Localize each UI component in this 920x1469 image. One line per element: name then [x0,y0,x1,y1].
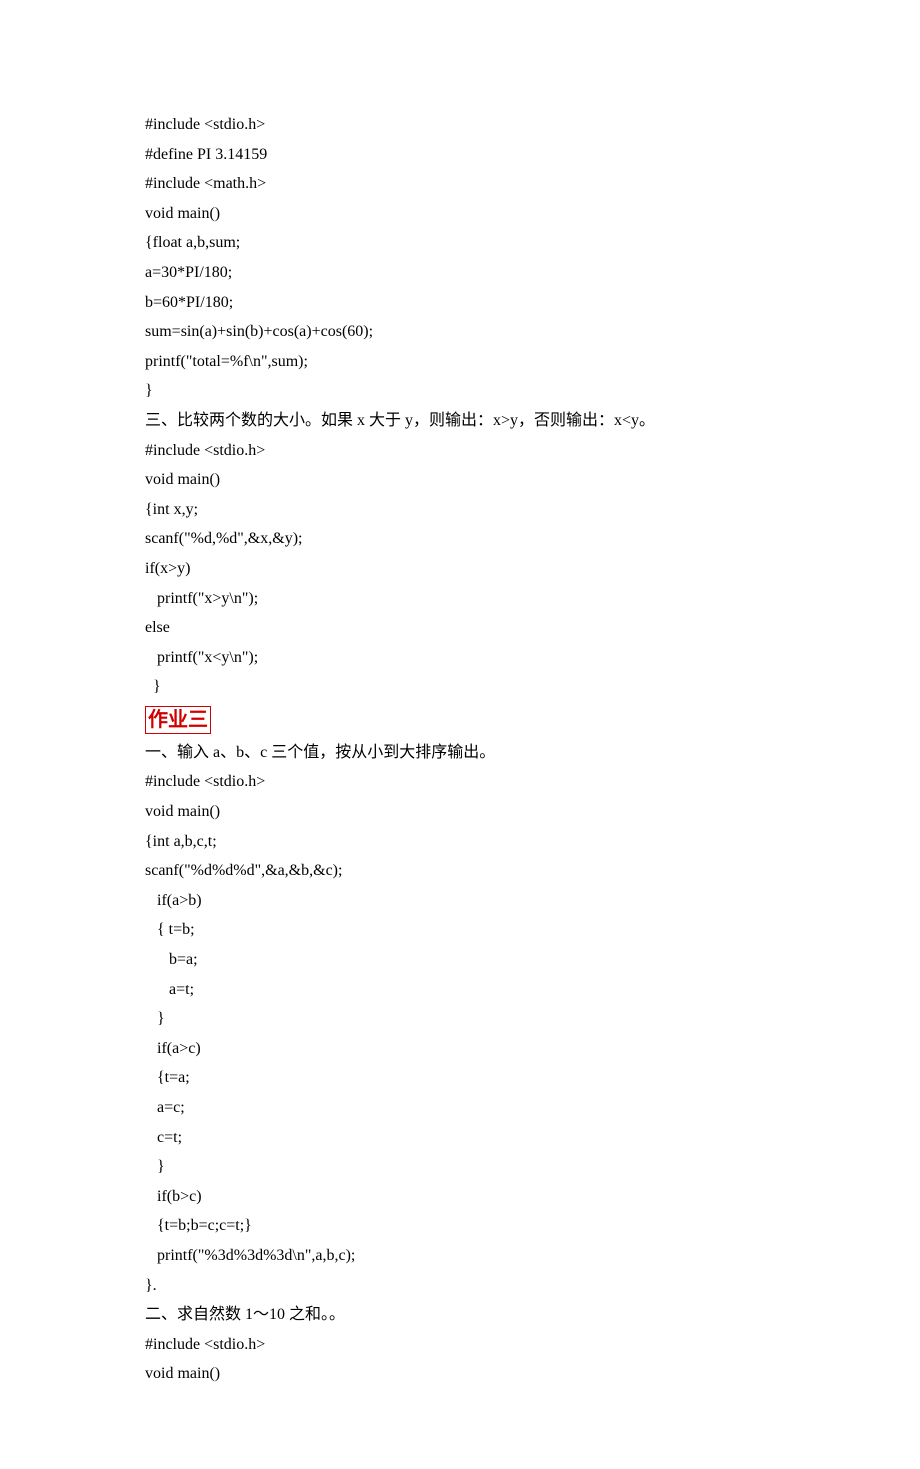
code-line: printf("x>y\n"); [145,584,775,614]
problem-text: 三、比较两个数的大小。如果 x 大于 y，则输出：x>y，否则输出：x<y。 [145,406,775,436]
section-heading-container: 作业三 [145,702,775,738]
document-page: #include <stdio.h> #define PI 3.14159 #i… [0,0,920,1469]
section-heading: 作业三 [145,706,211,734]
code-line: {t=a; [145,1063,775,1093]
code-line: b=60*PI/180; [145,288,775,318]
code-line: printf("x<y\n"); [145,643,775,673]
code-line: } [145,1152,775,1182]
code-line: } [145,376,775,406]
code-line: #include <math.h> [145,169,775,199]
code-line: if(a>b) [145,886,775,916]
code-line: {int a,b,c,t; [145,827,775,857]
code-line: scanf("%d,%d",&x,&y); [145,524,775,554]
code-line: sum=sin(a)+sin(b)+cos(a)+cos(60); [145,317,775,347]
code-line: }. [145,1271,775,1301]
code-line: } [145,1004,775,1034]
problem-text: 二、求自然数 1～10 之和。。 [145,1300,775,1330]
code-line: if(a>c) [145,1034,775,1064]
code-line: #define PI 3.14159 [145,140,775,170]
code-line: #include <stdio.h> [145,767,775,797]
code-line: if(x>y) [145,554,775,584]
code-line: void main() [145,1359,775,1389]
code-line: void main() [145,797,775,827]
code-block-1: #include <stdio.h> #define PI 3.14159 #i… [145,110,775,702]
code-line: {float a,b,sum; [145,228,775,258]
code-line: } [145,672,775,702]
code-line: c=t; [145,1123,775,1153]
problem-text: 一、输入 a、b、c 三个值，按从小到大排序输出。 [145,738,775,768]
code-line: {int x,y; [145,495,775,525]
code-line: #include <stdio.h> [145,436,775,466]
code-block-2: 一、输入 a、b、c 三个值，按从小到大排序输出。 #include <stdi… [145,738,775,1389]
code-line: void main() [145,199,775,229]
code-line: else [145,613,775,643]
code-line: {t=b;b=c;c=t;} [145,1211,775,1241]
code-line: a=30*PI/180; [145,258,775,288]
code-line: printf("%3d%3d%3d\n",a,b,c); [145,1241,775,1271]
code-line: scanf("%d%d%d",&a,&b,&c); [145,856,775,886]
code-line: if(b>c) [145,1182,775,1212]
code-line: #include <stdio.h> [145,1330,775,1360]
code-line: b=a; [145,945,775,975]
code-line: void main() [145,465,775,495]
code-line: a=c; [145,1093,775,1123]
code-line: printf("total=%f\n",sum); [145,347,775,377]
code-line: { t=b; [145,915,775,945]
code-line: #include <stdio.h> [145,110,775,140]
code-line: a=t; [145,975,775,1005]
